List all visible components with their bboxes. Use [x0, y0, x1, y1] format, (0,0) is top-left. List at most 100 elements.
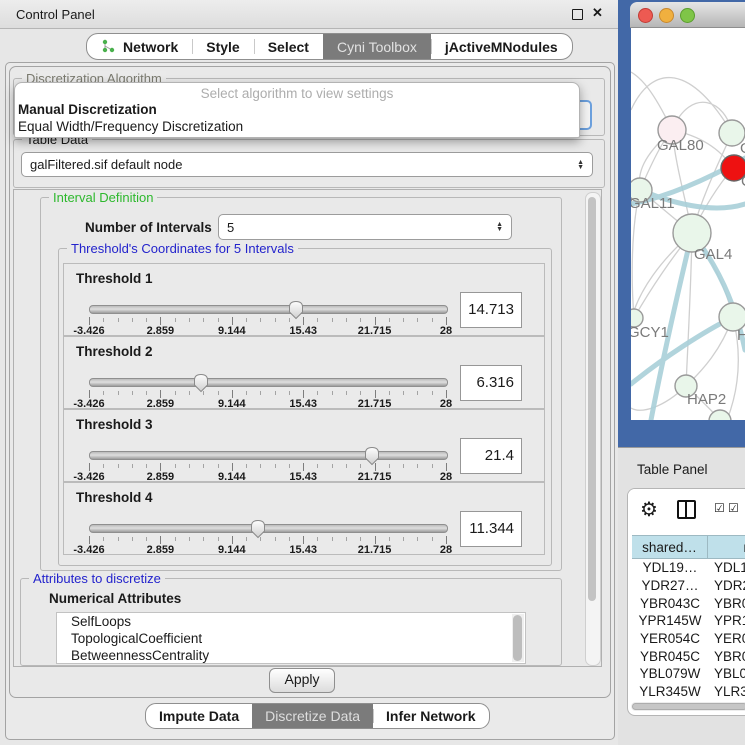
threshold-value-field[interactable]: 14.713	[460, 292, 522, 328]
column-header-name[interactable]: n	[708, 536, 745, 558]
cell-name[interactable]: YBL0	[708, 666, 745, 681]
attribute-list-item[interactable]: TopologicalCoefficient	[57, 630, 525, 647]
tab-network[interactable]: Network	[87, 34, 192, 59]
scrollbar-thumb[interactable]	[632, 703, 745, 710]
cell-shared-name[interactable]: YBR045C	[632, 649, 708, 664]
numerical-attributes-heading: Numerical Attributes	[49, 591, 181, 606]
cell-name[interactable]: YPR1	[708, 613, 745, 628]
tick-mark	[303, 390, 304, 398]
network-nodes[interactable]	[631, 116, 745, 420]
dropdown-option-manual[interactable]: Manual Discretization	[15, 101, 579, 118]
tick-mark	[389, 464, 390, 468]
cell-name[interactable]: YDL1	[708, 560, 745, 575]
threshold-slider-track[interactable]	[89, 451, 448, 460]
tick-mark	[303, 536, 304, 544]
scale-label: 28	[440, 544, 452, 556]
tab-style[interactable]: Style	[192, 34, 253, 59]
tick-mark	[260, 318, 261, 322]
node-label: HAP2	[687, 391, 726, 408]
cell-shared-name[interactable]: YDL19…	[632, 560, 708, 575]
cell-name[interactable]: YBR0	[708, 649, 745, 664]
tab-discretize-data[interactable]: Discretize Data	[252, 704, 373, 728]
tab-infer-network[interactable]: Infer Network	[373, 704, 488, 728]
threshold-value-field[interactable]: 11.344	[460, 511, 522, 547]
table-row[interactable]: YBR043CYBR0	[632, 594, 745, 612]
tick-mark	[275, 464, 276, 468]
tick-mark	[189, 464, 190, 468]
num-intervals-spinner[interactable]: 5 ▲▼	[218, 214, 512, 240]
list-scrollbar[interactable]	[512, 614, 524, 662]
tab-label: Discretize Data	[265, 708, 360, 724]
threshold-slider-track[interactable]	[89, 305, 448, 314]
cell-shared-name[interactable]: YBR043C	[632, 596, 708, 611]
table-row[interactable]: YBL079WYBL0	[632, 665, 745, 683]
spinner-value: 5	[227, 220, 496, 235]
tick-mark	[118, 391, 119, 395]
network-window-titlebar[interactable]	[630, 2, 745, 28]
tick-mark	[146, 537, 147, 541]
minimize-traffic-light-icon[interactable]	[659, 8, 674, 23]
tick-mark	[260, 537, 261, 541]
zoom-traffic-light-icon[interactable]	[680, 8, 695, 23]
table-row[interactable]: YBR045CYBR0	[632, 647, 745, 665]
node-table[interactable]: shared… n YDL19…YDL1YDR27…YDR2YBR043CYBR…	[632, 535, 745, 699]
apply-button[interactable]: Apply	[269, 668, 335, 693]
cell-name[interactable]: YER0	[708, 631, 745, 646]
tick-mark	[403, 537, 404, 541]
table-row[interactable]: YPR145WYPR1	[632, 612, 745, 630]
network-canvas[interactable]: GAL80 G C GAL11 GAL4 GCY1 H HAP2	[631, 28, 745, 420]
tick-mark	[317, 537, 318, 541]
checkbox-icon[interactable]: ☑	[714, 501, 725, 515]
tick-mark	[218, 391, 219, 395]
scrollbar-thumb[interactable]	[513, 615, 522, 661]
node-label: GAL4	[694, 246, 732, 263]
close-traffic-light-icon[interactable]	[638, 8, 653, 23]
cell-shared-name[interactable]: YDR27…	[632, 578, 708, 593]
gear-icon[interactable]: ⚙	[640, 497, 658, 522]
float-icon[interactable]	[572, 9, 583, 20]
cell-name[interactable]: YBR0	[708, 596, 745, 611]
dropdown-option-equal-width[interactable]: Equal Width/Frequency Discretization	[15, 118, 579, 135]
tab-label: Style	[206, 39, 239, 55]
cell-shared-name[interactable]: YER054C	[632, 631, 708, 646]
tab-jactivemnodules[interactable]: jActiveMNodules	[431, 34, 572, 59]
table-row[interactable]: YDL19…YDL1	[632, 559, 745, 577]
cell-name[interactable]: YLR3	[708, 684, 745, 699]
attribute-list-item[interactable]: BetweennessCentrality	[57, 647, 525, 664]
scrollbar-thumb[interactable]	[588, 197, 596, 601]
tick-mark	[232, 463, 233, 471]
cell-name[interactable]: YDR2	[708, 578, 745, 593]
table-row[interactable]: YDR27…YDR2	[632, 577, 745, 595]
scale-label: 15.43	[289, 544, 317, 556]
tab-select[interactable]: Select	[254, 34, 323, 59]
cell-shared-name[interactable]: YBL079W	[632, 666, 708, 681]
table-data-combobox[interactable]: galFiltered.sif default node ▲▼	[21, 152, 593, 177]
table-panel: Table Panel ⚙ ☑ ☑ shared… n YDL19…YDL1YD…	[618, 447, 745, 745]
table-row[interactable]: YER054CYER0	[632, 630, 745, 648]
threshold-value-field[interactable]: 6.316	[460, 365, 522, 401]
close-icon[interactable]: ✕	[592, 5, 603, 21]
tick-mark	[232, 317, 233, 325]
cell-shared-name[interactable]: YLR345W	[632, 684, 708, 699]
tick-mark	[303, 317, 304, 325]
table-horizontal-scrollbar[interactable]	[631, 702, 745, 711]
column-header-shared[interactable]: shared…	[632, 536, 708, 558]
tick-mark	[317, 391, 318, 395]
split-columns-icon[interactable]	[677, 500, 696, 519]
table-data-group: Table Data galFiltered.sif default node …	[13, 139, 605, 188]
checkbox-icon[interactable]: ☑	[728, 501, 739, 515]
attributes-list[interactable]: SelfLoopsTopologicalCoefficientBetweenne…	[56, 612, 526, 664]
threshold-slider-track[interactable]	[89, 524, 448, 533]
attribute-list-item[interactable]: SelfLoops	[57, 613, 525, 630]
settings-vertical-scrollbar[interactable]	[585, 192, 601, 666]
table-row[interactable]: YLR345WYLR3	[632, 683, 745, 699]
tab-impute-data[interactable]: Impute Data	[146, 704, 252, 728]
tick-mark	[417, 464, 418, 468]
threshold-value-field[interactable]: 21.4	[460, 438, 522, 474]
threshold-label: Threshold 3	[76, 417, 153, 432]
tab-cyni-toolbox[interactable]: Cyni Toolbox	[323, 34, 431, 59]
tick-mark	[132, 391, 133, 395]
threshold-slider-track[interactable]	[89, 378, 448, 387]
tick-mark	[89, 463, 90, 471]
cell-shared-name[interactable]: YPR145W	[632, 613, 708, 628]
